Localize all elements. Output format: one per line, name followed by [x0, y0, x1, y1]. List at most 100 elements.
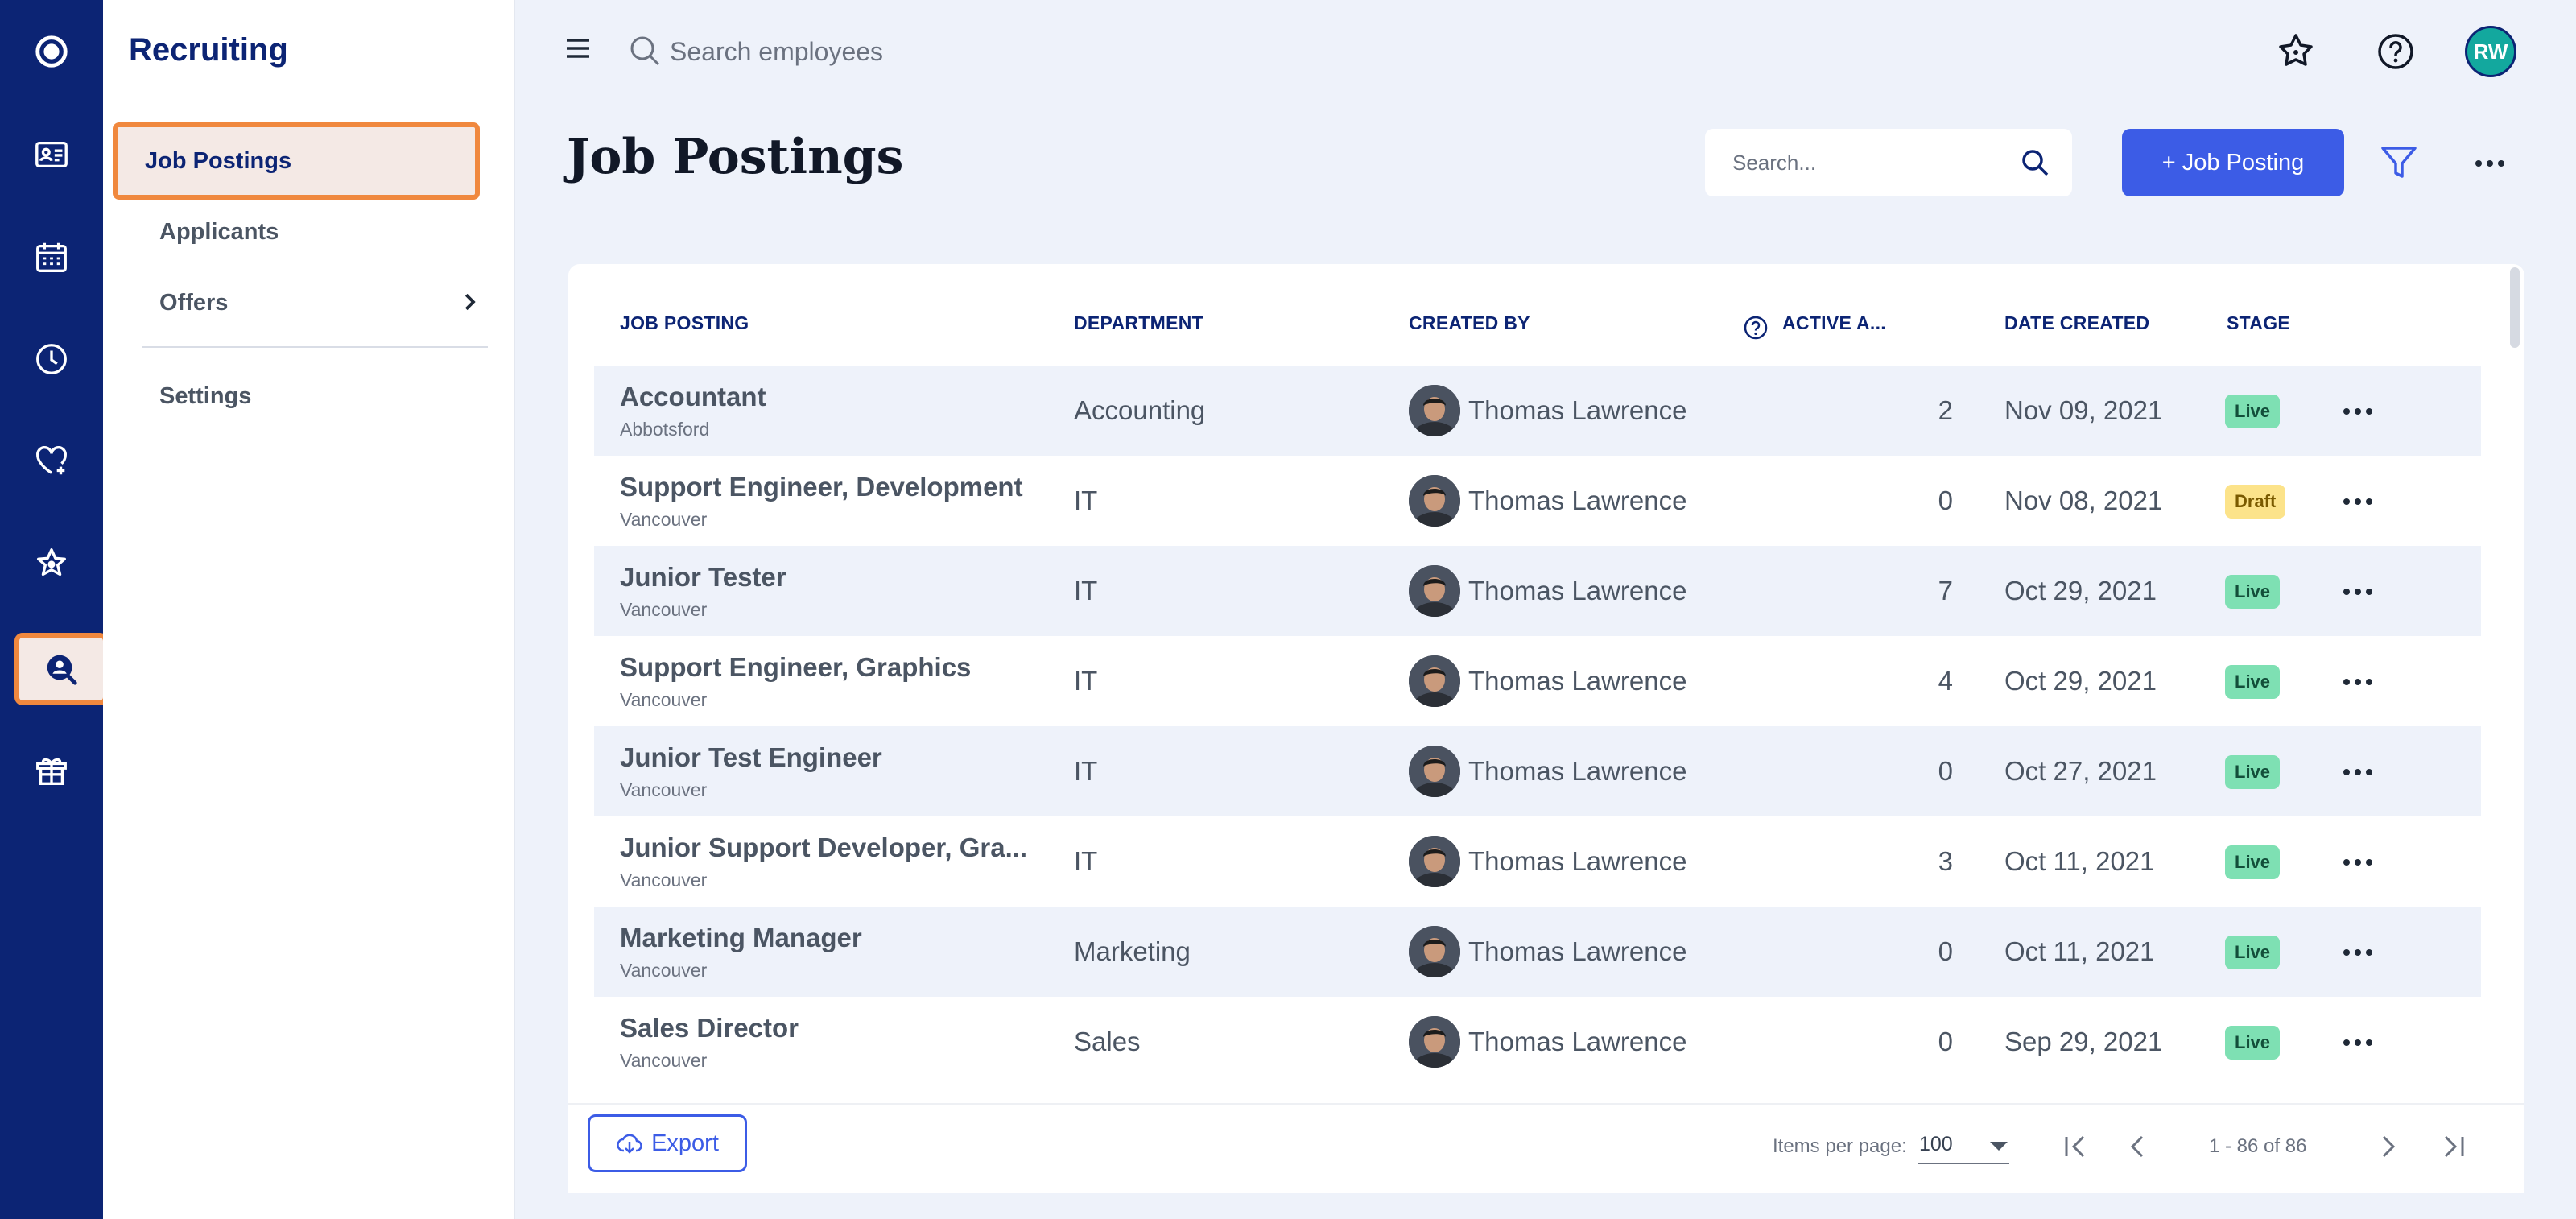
active-applicants-cell: 4 [1938, 666, 1953, 696]
id-card-icon[interactable] [0, 114, 103, 195]
job-location: Vancouver [620, 779, 708, 800]
subnav-item-label: Job Postings [145, 147, 292, 174]
subnav-item-job-postings[interactable]: Job Postings [113, 122, 480, 200]
table-row[interactable]: Marketing Manager Vancouver Marketing Thoma… [594, 907, 2481, 997]
stage-badge: Live [2225, 665, 2281, 699]
table-row[interactable]: Junior Tester Vancouver IT Thomas Lawrence 7… [594, 546, 2481, 636]
job-location: Vancouver [620, 509, 708, 530]
subnav-item-applicants[interactable]: Applicants [142, 196, 488, 267]
calendar-icon[interactable] [0, 217, 103, 298]
more-options-icon[interactable] [2471, 145, 2508, 182]
job-title[interactable]: Support Engineer, Development [620, 472, 1023, 502]
help-icon[interactable] [2375, 31, 2417, 72]
job-search-input[interactable] [1732, 142, 2006, 184]
department-cell: IT [1074, 846, 1098, 876]
column-header-active-applicants[interactable]: ACTIVE A... [1782, 312, 1886, 334]
user-avatar[interactable]: RW [2465, 26, 2516, 77]
job-title[interactable]: Junior Tester [620, 562, 786, 593]
created-by-cell: Thomas Lawrence [1468, 756, 1687, 786]
row-more-options-icon[interactable] [2339, 1024, 2376, 1061]
subnav-item-label: Settings [159, 382, 252, 409]
row-more-options-icon[interactable] [2339, 934, 2376, 971]
department-cell: IT [1074, 486, 1098, 515]
icon-rail [0, 0, 108, 1219]
subnav-item-offers[interactable]: Offers [142, 267, 488, 338]
help-icon[interactable] [1742, 314, 1769, 341]
job-location: Abbotsford [620, 419, 710, 440]
row-more-options-icon[interactable] [2339, 844, 2376, 881]
date-created-cell: Oct 11, 2021 [2004, 846, 2155, 876]
export-label: Export [651, 1130, 719, 1156]
subnav-item-label: Offers [159, 289, 229, 316]
pagination-range: 1 - 86 of 86 [2209, 1135, 2307, 1157]
items-per-page-select[interactable]: 100 [1918, 1126, 2009, 1164]
gift-box-icon[interactable] [0, 731, 103, 812]
job-location: Vancouver [620, 689, 708, 710]
creator-avatar [1409, 385, 1460, 436]
subnav-title: Recruiting [129, 32, 288, 68]
table-row[interactable]: Junior Support Developer, Gra... Vancouve… [594, 816, 2481, 907]
row-more-options-icon[interactable] [2339, 393, 2376, 430]
job-title[interactable]: Junior Support Developer, Gra... [620, 833, 1027, 863]
job-title[interactable]: Junior Test Engineer [620, 742, 882, 773]
previous-page-icon[interactable] [2120, 1129, 2156, 1164]
column-header-date-created[interactable]: DATE CREATED [2004, 312, 2149, 334]
job-title[interactable]: Sales Director [620, 1013, 799, 1043]
job-title[interactable]: Marketing Manager [620, 923, 862, 953]
department-cell: Marketing [1074, 936, 1191, 966]
column-header-job-posting[interactable]: JOB POSTING [620, 312, 749, 334]
table-row[interactable]: Support Engineer, Graphics Vancouver IT Tho… [594, 636, 2481, 726]
add-job-posting-button[interactable]: + Job Posting [2122, 129, 2344, 196]
job-title[interactable]: Accountant [620, 382, 766, 412]
table-scrollbar[interactable] [2510, 267, 2520, 348]
active-applicants-cell: 0 [1938, 936, 1953, 966]
subnav-item-settings[interactable]: Settings [142, 361, 488, 432]
stage-badge: Live [2225, 395, 2281, 428]
date-created-cell: Oct 29, 2021 [2004, 576, 2157, 605]
next-page-icon[interactable] [2370, 1129, 2405, 1164]
creator-avatar [1409, 836, 1460, 887]
first-page-icon[interactable] [2058, 1129, 2093, 1164]
search-icon[interactable] [2019, 147, 2051, 179]
department-cell: IT [1074, 756, 1098, 786]
stage-badge: Draft [2225, 485, 2286, 519]
department-cell: IT [1074, 576, 1098, 605]
created-by-cell: Thomas Lawrence [1468, 936, 1687, 966]
active-applicants-cell: 0 [1938, 1027, 1953, 1056]
table-row[interactable]: Junior Test Engineer Vancouver IT Thomas La… [594, 726, 2481, 816]
row-more-options-icon[interactable] [2339, 754, 2376, 791]
created-by-cell: Thomas Lawrence [1468, 486, 1687, 515]
export-button[interactable]: Export [588, 1114, 747, 1172]
job-location: Vancouver [620, 870, 708, 890]
column-header-stage[interactable]: STAGE [2227, 312, 2290, 334]
page-title: Job Postings [567, 129, 904, 185]
row-more-options-icon[interactable] [2339, 573, 2376, 610]
column-header-created-by[interactable]: CREATED BY [1409, 312, 1530, 334]
table-row[interactable]: Accountant Abbotsford Accounting Thomas Law… [594, 366, 2481, 456]
clock-icon[interactable] [0, 319, 103, 399]
row-more-options-icon[interactable] [2339, 663, 2376, 700]
created-by-cell: Thomas Lawrence [1468, 846, 1687, 876]
employee-search-input[interactable] [670, 27, 1233, 76]
creator-avatar [1409, 746, 1460, 797]
recruiting-search-icon[interactable] [14, 633, 108, 705]
star-icon[interactable] [0, 523, 103, 604]
subnav-divider [142, 346, 488, 348]
app-logo-icon[interactable] [0, 11, 103, 92]
created-by-cell: Thomas Lawrence [1468, 1027, 1687, 1056]
heart-plus-icon[interactable] [0, 420, 103, 501]
date-created-cell: Nov 09, 2021 [2004, 395, 2163, 425]
date-created-cell: Oct 29, 2021 [2004, 666, 2157, 696]
table-row[interactable]: Support Engineer, Development Vancouver IT… [594, 456, 2481, 546]
row-more-options-icon[interactable] [2339, 483, 2376, 520]
table-row[interactable]: Sales Director Vancouver Sales Thomas Lawre… [594, 997, 2481, 1087]
column-header-department[interactable]: DEPARTMENT [1074, 312, 1203, 334]
hamburger-menu-icon[interactable] [562, 32, 594, 64]
last-page-icon[interactable] [2436, 1129, 2471, 1164]
filter-icon[interactable] [2378, 142, 2420, 184]
date-created-cell: Nov 08, 2021 [2004, 486, 2163, 515]
job-title[interactable]: Support Engineer, Graphics [620, 652, 971, 683]
stage-badge: Live [2225, 575, 2281, 609]
favorites-star-icon[interactable] [2275, 31, 2317, 72]
chevron-right-icon [464, 293, 476, 311]
